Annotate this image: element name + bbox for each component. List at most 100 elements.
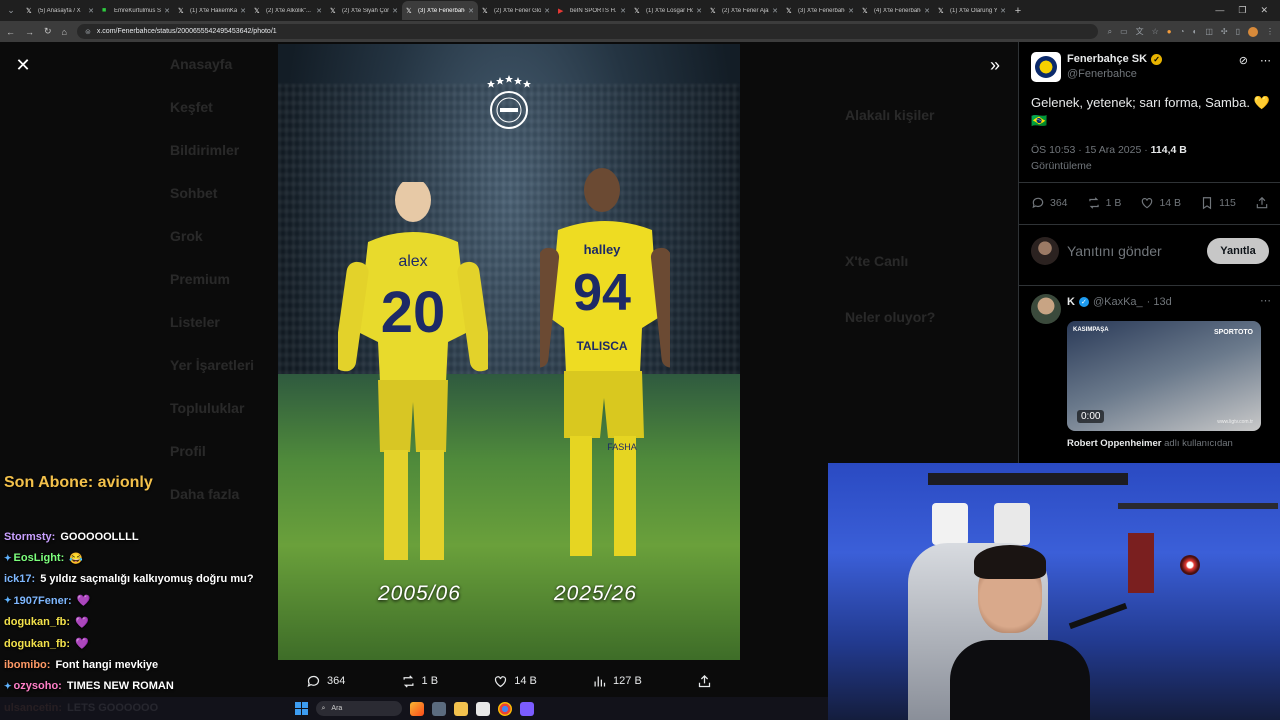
- tab-close-icon[interactable]: ✕: [924, 7, 930, 15]
- tab-search-icon[interactable]: ⌄: [0, 0, 22, 21]
- bookmark-star-icon[interactable]: ☆: [1152, 27, 1159, 36]
- extension-icon-4[interactable]: ◫: [1205, 27, 1213, 36]
- background-nav-label: Bildirimler: [170, 141, 240, 158]
- more-icon[interactable]: ⋯: [1260, 54, 1271, 67]
- author-name-row[interactable]: Fenerbahçe SK ✓: [1067, 53, 1163, 65]
- reply-button[interactable]: 364: [1031, 196, 1068, 210]
- tab-close-icon[interactable]: ✕: [620, 7, 626, 15]
- expand-panel-icon[interactable]: »: [984, 54, 1006, 76]
- tab-close-icon[interactable]: ✕: [164, 7, 170, 15]
- browser-tab[interactable]: 𝕏 (2) X'te Alkolik"... ✕: [250, 1, 326, 20]
- extension-icon-3[interactable]: ◐: [1192, 27, 1197, 36]
- like-button[interactable]: 14 B: [1140, 196, 1181, 210]
- forward-icon[interactable]: →: [25, 27, 34, 37]
- browser-tab[interactable]: 𝕏 (2) X'te Siyah Çorap...✕: [326, 1, 402, 20]
- reply-submit-button[interactable]: Yanıtla: [1207, 238, 1269, 264]
- sidepanel-icon[interactable]: ▯: [1236, 27, 1240, 36]
- streamer: [950, 545, 1090, 720]
- extensions-area: ⌕ ▭ 文 ☆ ● ◔ ◐ ◫ ✣ ▯ ⋮: [1108, 26, 1274, 37]
- taskbar-app-icon[interactable]: [409, 701, 424, 716]
- tab-close-icon[interactable]: ✕: [392, 7, 398, 15]
- new-tab-button[interactable]: +: [1010, 5, 1026, 17]
- close-window-icon[interactable]: ✕: [1260, 5, 1268, 16]
- browser-tab[interactable]: 𝕏 (1) X'te Olarung Yo...✕: [934, 1, 1010, 20]
- zoom-icon[interactable]: ⌕: [1108, 27, 1112, 37]
- home-icon[interactable]: ⌂: [62, 27, 67, 37]
- minimize-icon[interactable]: —: [1215, 5, 1224, 16]
- bookmark-count: 115: [1219, 197, 1236, 209]
- viewer-reply-button[interactable]: 364: [306, 674, 345, 689]
- repost-icon: [1088, 197, 1099, 209]
- maximize-icon[interactable]: ❐: [1238, 5, 1246, 16]
- menu-kebab-icon[interactable]: ⋮: [1266, 27, 1274, 36]
- search-icon: ⌕: [321, 704, 326, 712]
- browser-tab[interactable]: 𝕏 (1) X'te Losgar Hoo...✕: [630, 1, 706, 20]
- background-nav-item: Grok: [170, 214, 290, 257]
- browser-tab[interactable]: 𝕏 (3) X'te Fenerbahçe...✕: [782, 1, 858, 20]
- tab-close-icon[interactable]: ✕: [316, 7, 322, 15]
- file-explorer-icon[interactable]: [453, 701, 468, 716]
- viewer-views-button[interactable]: 127 B: [592, 674, 642, 689]
- profile-avatar[interactable]: [1248, 26, 1258, 37]
- puzzle-icon[interactable]: ✣: [1221, 27, 1228, 36]
- close-icon[interactable]: ✕: [12, 54, 34, 76]
- viewer-repost-button[interactable]: 1 B: [401, 674, 438, 689]
- reply-author-avatar[interactable]: [1031, 294, 1061, 324]
- store-icon[interactable]: [475, 701, 490, 716]
- tweet-stats-bar: 364 1 B 14 B 115: [1031, 196, 1269, 210]
- reply-author-name[interactable]: K: [1067, 296, 1075, 308]
- extension-icon-2[interactable]: ◔: [1180, 27, 1185, 36]
- tweet-photo[interactable]: alex 20 halley 94 TALISCA FASHA 2005/06 …: [278, 44, 740, 660]
- cast-icon[interactable]: ▭: [1120, 27, 1128, 36]
- background-nav-item: Anasayfa: [170, 42, 290, 85]
- tweet-time[interactable]: ÖS 10:53 · 15 Ara 2025 ·: [1031, 144, 1148, 156]
- bookmark-button[interactable]: 115: [1200, 196, 1236, 210]
- translate-icon[interactable]: 文: [1136, 26, 1144, 37]
- browser-tab[interactable]: ▶ beIN SPORTS H... ✕: [554, 1, 630, 20]
- reply-author-handle[interactable]: @KaxKa_: [1093, 296, 1143, 308]
- share-icon: [1256, 196, 1268, 209]
- site-info-icon[interactable]: ⊜: [85, 28, 91, 36]
- browser-tab[interactable]: 𝕏 (2) X'te Fener Glob...✕: [478, 1, 554, 20]
- tab-close-icon[interactable]: ✕: [1000, 7, 1006, 15]
- browser-tab[interactable]: 𝕏 (5) Anasayfa / X ✕: [22, 1, 98, 20]
- tab-close-icon[interactable]: ✕: [696, 7, 702, 15]
- viewer-share-button[interactable]: [697, 674, 712, 689]
- browser-tab[interactable]: ■ EmreKurtulmus Str...✕: [98, 1, 174, 20]
- discord-icon[interactable]: [519, 701, 534, 716]
- reload-icon[interactable]: ↻: [44, 26, 52, 37]
- author-avatar[interactable]: [1031, 52, 1061, 82]
- more-icon[interactable]: ⋯: [1260, 294, 1271, 307]
- author-name: Fenerbahçe SK: [1067, 53, 1148, 65]
- browser-tab[interactable]: 𝕏 (4) X'te Fenerbahçe...✕: [858, 1, 934, 20]
- tab-close-icon[interactable]: ✕: [88, 7, 94, 15]
- browser-tab[interactable]: 𝕏 (2) X'te Fener Ajan...✕: [706, 1, 782, 20]
- reply-age: · 13d: [1146, 296, 1172, 308]
- browser-tab[interactable]: 𝕏 (1) X'te HakemKara...✕: [174, 1, 250, 20]
- tab-label: beIN SPORTS H...: [570, 7, 618, 14]
- reply-input[interactable]: Yanıtını gönder: [1067, 243, 1199, 259]
- viewer-like-button[interactable]: 14 B: [493, 674, 537, 689]
- tab-close-icon[interactable]: ✕: [544, 7, 550, 15]
- share-button[interactable]: [1255, 196, 1269, 210]
- repost-button[interactable]: 1 B: [1087, 196, 1121, 210]
- author-handle[interactable]: @Fenerbahce: [1067, 68, 1137, 80]
- tab-close-icon[interactable]: ✕: [468, 7, 474, 15]
- subscriber-badge-icon: ✦: [4, 595, 12, 606]
- tab-close-icon[interactable]: ✕: [240, 7, 246, 15]
- browser-tab[interactable]: 𝕏 (3) X'te Fenerbahçe...✕: [402, 1, 478, 20]
- url-field[interactable]: ⊜ x.com/Fenerbahce/status/20006555424954…: [76, 24, 1098, 39]
- stream-chat-overlay: Son Abone: avionly Stormsty: GOOOOOLLLL ✦ E…: [0, 470, 300, 720]
- taskbar-search[interactable]: ⌕ Ara: [315, 701, 402, 716]
- task-view-icon[interactable]: [431, 701, 446, 716]
- reply-video[interactable]: KASIMPAŞA SPORTOTO www.ligtv.com.tr 0:00: [1067, 321, 1261, 431]
- chrome-icon[interactable]: [497, 701, 512, 716]
- tab-close-icon[interactable]: ✕: [848, 7, 854, 15]
- windows-start-icon[interactable]: [294, 702, 308, 715]
- attribution-user[interactable]: Robert Oppenheimer: [1067, 438, 1162, 449]
- extension-icon-1[interactable]: ●: [1167, 27, 1172, 36]
- grok-icon[interactable]: ⊘: [1239, 54, 1248, 67]
- back-icon[interactable]: ←: [6, 27, 15, 37]
- background-nav-item: Listeler: [170, 300, 290, 343]
- tab-close-icon[interactable]: ✕: [772, 7, 778, 15]
